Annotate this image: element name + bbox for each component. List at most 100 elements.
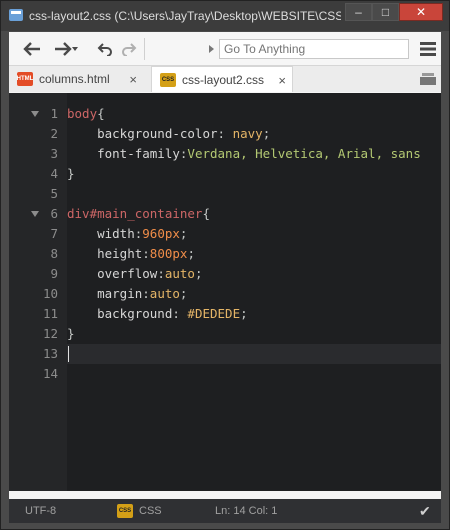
code-text: margin:auto; [67,284,187,304]
code-text: } [67,324,75,344]
undo-button[interactable] [95,39,115,59]
code-text: background: #DEDEDE; [67,304,248,324]
text-caret [68,346,69,362]
encoding-indicator[interactable]: UTF-8 [25,505,56,517]
code-line: 5 [9,184,441,204]
code-token: : [157,266,165,281]
code-token: Verdana, Helvetica, Arial, sans [187,146,421,161]
back-button[interactable] [21,39,43,59]
code-token: auto [164,266,195,281]
code-token: : [217,126,233,141]
code-token: : [172,306,188,321]
code-text: overflow:auto; [67,264,202,284]
code-line: 4} [9,164,441,184]
go-to-anything-input[interactable] [220,40,408,58]
code-text: width:960px; [67,224,187,244]
code-token: margin [67,286,143,301]
language-indicator[interactable]: CSS [139,505,162,517]
minimize-button[interactable]: – [345,3,372,21]
tab-options-button[interactable] [419,71,437,87]
code-token: ; [262,126,271,141]
code-line: 3 font-family:Verdana, Helvetica, Arial,… [9,144,441,164]
arrow-left-icon [23,42,40,56]
tab-label: css-layout2.css [182,72,265,87]
status-bar: UTF-8 CSS CSS Ln: 14 Col: 1 ✔ [9,499,441,523]
code-token: : [142,246,150,261]
line-number: 2 [50,126,58,141]
toolbar [9,32,441,66]
menu-button[interactable] [419,39,437,59]
tab-label: columns.html [39,72,110,86]
maximize-button[interactable]: □ [372,3,399,21]
code-token: } [67,166,75,181]
code-token: { [202,206,210,221]
line-number: 6 [50,206,58,221]
css-file-icon: CSS [117,504,133,518]
line-number: 12 [42,326,58,341]
title-bar[interactable]: css-layout2.css (C:\Users\JayTray\Deskto… [1,1,449,31]
code-token: ; [187,246,195,261]
arrow-right-icon [55,42,72,56]
code-token: ; [179,286,188,301]
line-number: 7 [50,226,58,241]
code-token: 960px [142,226,180,241]
tab-columns-html[interactable]: HTML columns.html × [17,66,143,92]
redo-button[interactable] [119,39,139,59]
tab-list-icon [420,73,436,85]
code-token: } [67,326,75,341]
check-icon[interactable]: ✔ [419,503,431,520]
code-token: width [67,226,135,241]
code-text: body{ [67,104,105,124]
undo-icon [97,43,112,56]
line-number: 3 [50,146,58,161]
code-token: height [67,246,143,261]
code-token: ; [240,306,248,321]
css-file-icon: CSS [160,72,176,87]
code-token: : [142,286,150,301]
forward-button[interactable] [51,39,81,59]
cursor-position: Ln: 14 Col: 1 [215,505,278,517]
code-line: 9 overflow:auto; [9,264,441,284]
chevron-down-icon [72,47,78,51]
line-number: 1 [50,106,58,121]
code-token: #main_container [89,206,203,221]
code-token: overflow [67,266,158,281]
close-window-button[interactable]: ✕ [399,3,443,21]
code-token: { [97,106,105,121]
code-token: auto [149,286,180,301]
line-number: 13 [42,346,58,361]
code-token: ; [194,266,203,281]
code-line: 13 [9,344,441,364]
code-token: div [67,206,90,221]
code-line: 12} [9,324,441,344]
html-file-icon: HTML [17,72,33,86]
code-token: navy [232,126,263,141]
app-client: HTML columns.html × CSS css-layout2.css … [9,32,441,523]
toolbar-separator [144,38,145,60]
editor-window: css-layout2.css (C:\Users\JayTray\Deskto… [0,0,450,530]
code-token: #DEDEDE [187,306,241,321]
go-to-anything-box[interactable] [219,39,409,59]
tab-css-layout2-css[interactable]: CSS css-layout2.css × [151,66,293,92]
redo-icon [122,43,137,56]
code-text: background-color: navy; [67,124,270,144]
code-token: 800px [149,246,188,261]
code-text: } [67,164,75,184]
code-line: 11 background: #DEDEDE; [9,304,441,324]
line-number: 5 [50,186,58,201]
code-text: font-family:Verdana, Helvetica, Arial, s… [67,144,421,164]
app-icon [9,9,23,21]
hamburger-icon [420,42,436,56]
line-number: 9 [50,266,58,281]
tab-bar: HTML columns.html × CSS css-layout2.css … [9,66,441,92]
code-token: background-color [67,126,218,141]
code-line: 8 height:800px; [9,244,441,264]
close-tab-icon[interactable]: × [278,73,286,88]
caret-right-icon [209,45,214,53]
close-tab-icon[interactable]: × [129,72,137,87]
code-editor[interactable]: 1 body{2 background-color: navy; 3 font-fa… [9,93,441,491]
code-token: ; [179,226,188,241]
code-line: 2 background-color: navy; [9,124,441,144]
code-line: 7 width:960px; [9,224,441,244]
line-number: 11 [42,306,58,321]
